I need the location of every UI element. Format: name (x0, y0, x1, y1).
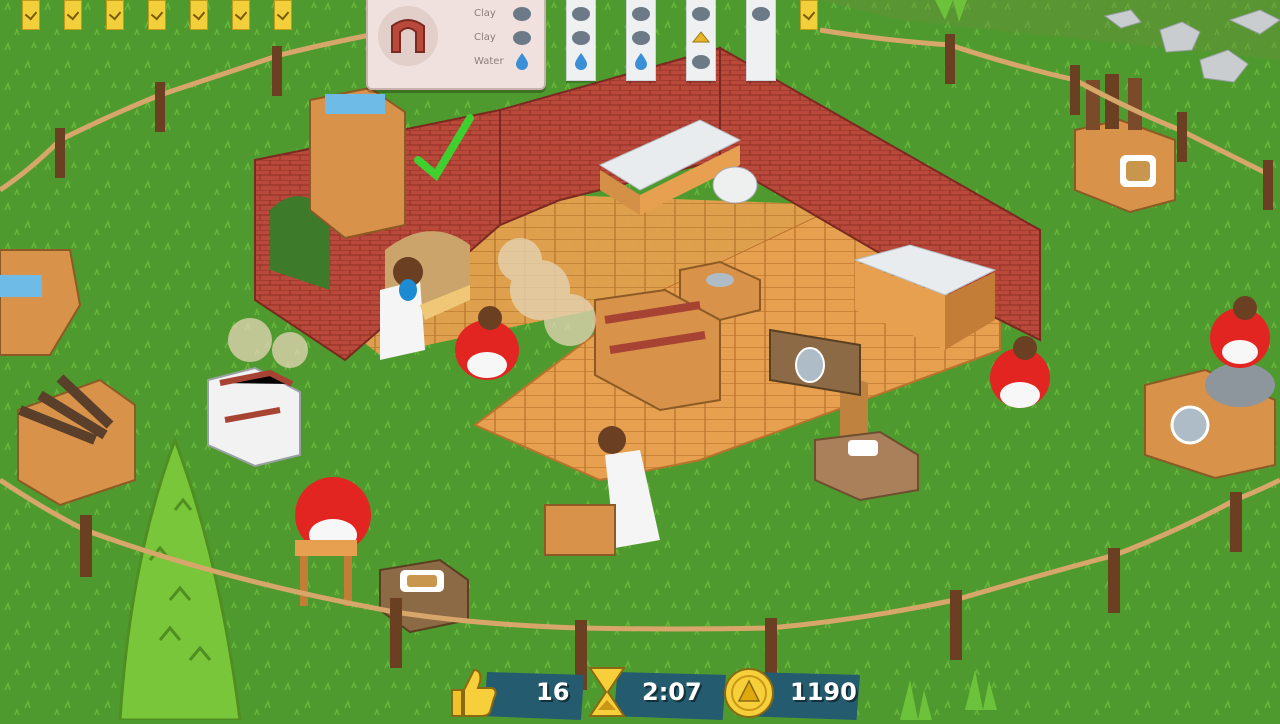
recipe-ingredient: Water (454, 52, 538, 72)
water-drop-icon (631, 52, 651, 70)
clay-icon (691, 4, 711, 22)
clay-icon (512, 28, 532, 46)
clay-icon (571, 4, 591, 22)
completed-flag (106, 0, 124, 30)
ingredient-label: Clay (474, 32, 496, 43)
hud-bar: 16 2:07 1190 (444, 664, 860, 720)
clay-icon (512, 4, 532, 22)
order-ticket[interactable] (746, 0, 776, 81)
crate-stone (1144, 363, 1276, 480)
coins-count: 1190 (790, 678, 857, 706)
clay-icon (631, 28, 651, 46)
order-ticket[interactable] (566, 0, 596, 81)
crate-water-stack (309, 86, 406, 240)
completed-flag (64, 0, 82, 30)
clay-icon (631, 4, 651, 22)
completed-flag (274, 0, 292, 30)
completed-flag (190, 0, 208, 30)
hourglass-icon (584, 664, 630, 724)
arch-blueprint-icon (378, 6, 438, 66)
clay-pot (712, 166, 758, 204)
completed-flag (800, 0, 818, 30)
ingredient-label: Clay (474, 8, 496, 19)
clay-icon (571, 28, 591, 46)
recipe-ingredient: Clay (454, 28, 538, 48)
clay-icon (751, 4, 771, 22)
crate-bricks (207, 366, 301, 468)
completed-flag (232, 0, 250, 30)
recipe-ingredient: Clay (454, 4, 538, 24)
ingredient-label: Water (474, 56, 504, 67)
recipe-card[interactable]: Clay Clay Water (366, 0, 546, 90)
game-scene (0, 0, 1280, 720)
likes-count: 16 (536, 678, 570, 706)
completed-flag (148, 0, 166, 30)
water-drop-icon (512, 52, 532, 70)
gold-icon (691, 28, 711, 46)
timer-text: 2:07 (642, 678, 702, 706)
order-ticket[interactable] (686, 0, 716, 81)
order-ticket[interactable] (626, 0, 656, 81)
thumbs-up-icon (444, 664, 500, 724)
water-drop-icon (571, 52, 591, 70)
completed-flag (22, 0, 40, 30)
clay-icon (691, 52, 711, 70)
coin-icon (722, 666, 776, 724)
